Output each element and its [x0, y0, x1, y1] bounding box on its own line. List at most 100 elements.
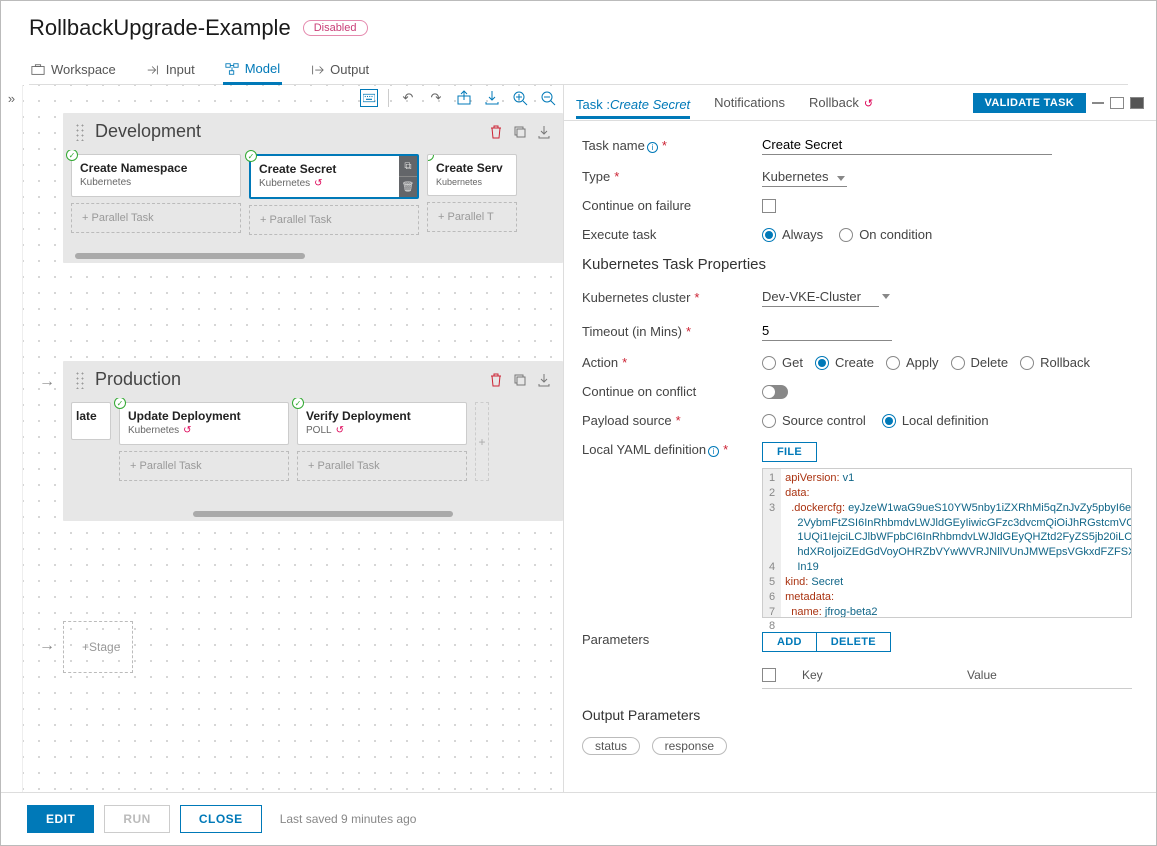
zoom-out-icon[interactable] — [539, 89, 557, 107]
redo-icon[interactable]: ↷ — [427, 89, 445, 107]
run-button: RUN — [104, 805, 170, 833]
model-icon — [225, 62, 239, 76]
action-label: Action* — [582, 355, 762, 370]
task-verify-deployment[interactable]: ✓ Verify Deployment POLL ↺ — [297, 402, 467, 445]
arrow-icon: → — [39, 637, 55, 655]
main-tabs: Workspace Input Model Output — [29, 55, 1128, 85]
maximize-icon[interactable] — [1130, 97, 1144, 109]
add-parallel-task[interactable]: + Parallel Task — [71, 203, 241, 233]
task-name-label: late — [76, 409, 102, 423]
exec-always-radio[interactable]: Always — [762, 227, 823, 242]
column-value-header: Value — [967, 668, 1132, 682]
task-create-secret[interactable]: ✓ Create Secret Kubernetes ↺ ⧉ 🗑 — [249, 154, 419, 199]
drag-handle-icon[interactable] — [75, 371, 85, 389]
action-create-radio[interactable]: Create — [815, 355, 874, 370]
drag-handle-icon[interactable] — [75, 123, 85, 141]
minimize-icon[interactable] — [1092, 102, 1104, 104]
action-get-radio[interactable]: Get — [762, 355, 803, 370]
trash-icon[interactable] — [489, 373, 503, 387]
add-parameter-button[interactable]: ADD — [762, 632, 817, 652]
zoom-in-icon[interactable] — [511, 89, 529, 107]
right-tab-task[interactable]: Task :Create Secret — [576, 93, 690, 119]
import-stage-icon[interactable] — [537, 373, 551, 387]
add-parallel-task[interactable]: + Parallel Task — [119, 451, 289, 481]
info-icon[interactable]: i — [647, 142, 658, 153]
select-all-checkbox[interactable] — [762, 668, 776, 682]
check-icon: ✓ — [66, 150, 78, 161]
continue-on-failure-label: Continue on failure — [582, 198, 762, 213]
action-rollback-radio[interactable]: Rollback — [1020, 355, 1090, 370]
import-stage-icon[interactable] — [537, 125, 551, 139]
stage-development[interactable]: Development ✓ Create Namespace Kubernete… — [63, 113, 563, 263]
trash-icon[interactable] — [489, 125, 503, 139]
validate-task-button[interactable]: VALIDATE TASK — [973, 93, 1086, 113]
check-icon: ✓ — [245, 150, 257, 162]
timeout-label: Timeout (in Mins)* — [582, 324, 762, 339]
expand-sidebar-button[interactable]: » — [1, 85, 23, 792]
continue-on-failure-checkbox[interactable] — [762, 199, 776, 213]
task-truncated[interactable]: late — [71, 402, 111, 440]
action-apply-radio[interactable]: Apply — [886, 355, 939, 370]
output-icon — [310, 63, 324, 77]
task-name-label: Create Namespace — [80, 161, 232, 175]
continue-on-conflict-toggle[interactable] — [762, 385, 788, 399]
file-button[interactable]: FILE — [762, 442, 817, 462]
right-tab-notifications[interactable]: Notifications — [714, 91, 785, 114]
task-name-label: Create Secret — [259, 162, 409, 176]
tab-label: Input — [166, 62, 195, 77]
horizontal-scrollbar[interactable] — [75, 253, 305, 259]
right-tab-rollback[interactable]: Rollback ↺ — [809, 91, 873, 114]
payload-source-control-radio[interactable]: Source control — [762, 413, 866, 428]
restore-icon[interactable] — [1110, 97, 1124, 109]
task-name-input[interactable] — [762, 135, 1052, 155]
info-icon[interactable]: i — [708, 446, 719, 457]
keyboard-icon[interactable] — [360, 89, 378, 107]
task-type-label: Kubernetes ↺ — [128, 425, 280, 436]
yaml-editor[interactable]: 123 45678 apiVersion: v1 data: .dockercf… — [762, 468, 1132, 618]
delete-parameter-button[interactable]: DELETE — [817, 632, 891, 652]
add-parallel-task[interactable]: + Parallel Task — [297, 451, 467, 481]
input-icon — [146, 63, 160, 77]
check-icon: ✓ — [427, 154, 434, 161]
copy-icon[interactable] — [513, 373, 527, 387]
payload-local-radio[interactable]: Local definition — [882, 413, 989, 428]
task-type-label: Kubernetes — [80, 177, 232, 188]
output-tag-status[interactable]: status — [582, 737, 640, 755]
copy-icon[interactable] — [513, 125, 527, 139]
check-icon: ✓ — [292, 398, 304, 409]
exec-condition-radio[interactable]: On condition — [839, 227, 932, 242]
import-icon[interactable] — [483, 89, 501, 107]
undo-icon[interactable]: ↶ — [399, 89, 417, 107]
tab-input[interactable]: Input — [144, 55, 197, 84]
type-select[interactable]: Kubernetes — [762, 167, 847, 187]
horizontal-scrollbar[interactable] — [193, 511, 453, 517]
task-name-label: Verify Deployment — [306, 409, 458, 423]
edit-button[interactable]: EDIT — [27, 805, 94, 833]
k8s-cluster-label: Kubernetes cluster* — [582, 290, 762, 305]
canvas-toolbar: ↶ ↷ — [360, 89, 557, 107]
action-delete-radio[interactable]: Delete — [951, 355, 1009, 370]
copy-icon[interactable]: ⧉ — [399, 156, 417, 176]
tab-model[interactable]: Model — [223, 55, 282, 85]
stage-production[interactable]: Production late ✓ — [63, 361, 563, 521]
task-update-deployment[interactable]: ✓ Update Deployment Kubernetes ↺ — [119, 402, 289, 445]
pipeline-canvas[interactable]: ↶ ↷ Development — [23, 85, 563, 792]
tab-output[interactable]: Output — [308, 55, 371, 84]
task-create-namespace[interactable]: ✓ Create Namespace Kubernetes — [71, 154, 241, 197]
export-icon[interactable] — [455, 89, 473, 107]
workspace-icon — [31, 63, 45, 77]
type-label: Type* — [582, 169, 762, 184]
add-parallel-task[interactable]: + Parallel Task — [249, 205, 419, 235]
close-button[interactable]: CLOSE — [180, 805, 262, 833]
add-stage-button[interactable]: + Stage — [63, 621, 133, 673]
payload-source-label: Payload source* — [582, 413, 762, 428]
output-tag-response[interactable]: response — [652, 737, 727, 755]
k8s-cluster-select[interactable]: Dev-VKE-Cluster — [762, 287, 879, 307]
task-create-service[interactable]: ✓ Create Serv Kubernetes — [427, 154, 517, 196]
trash-icon[interactable]: 🗑 — [399, 176, 417, 197]
tab-workspace[interactable]: Workspace — [29, 55, 118, 84]
last-saved-text: Last saved 9 minutes ago — [280, 812, 417, 826]
timeout-input[interactable] — [762, 321, 892, 341]
add-task-button[interactable]: + — [475, 402, 489, 481]
add-parallel-task[interactable]: + Parallel T — [427, 202, 517, 232]
